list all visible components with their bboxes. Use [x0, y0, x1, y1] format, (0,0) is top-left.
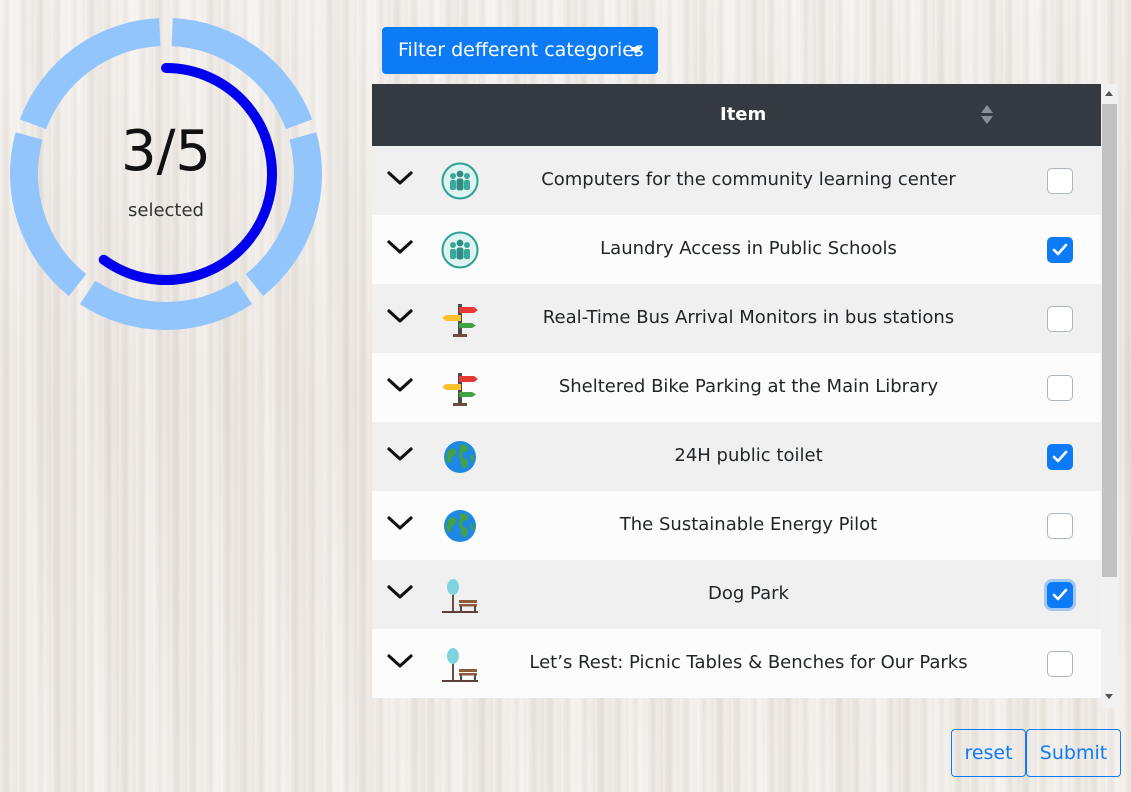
- table-header: Item: [372, 84, 1101, 146]
- selected-count: 3/5: [120, 119, 212, 184]
- table-body: Computers for the community learning cen…: [372, 146, 1101, 698]
- scroll-up-arrow-icon[interactable]: [1105, 91, 1113, 96]
- select-checkbox[interactable]: [1047, 513, 1073, 539]
- caret-down-icon: [630, 47, 642, 54]
- expand-chevron-down-icon[interactable]: [386, 237, 414, 257]
- scroll-thumb[interactable]: [1102, 104, 1117, 577]
- table-row: Let’s Rest: Picnic Tables & Benches for …: [372, 629, 1101, 698]
- filter-label: Filter defferent categories: [398, 39, 644, 61]
- column-header-item[interactable]: Item: [720, 104, 766, 126]
- globe-icon: [441, 507, 479, 545]
- select-checkbox[interactable]: [1047, 375, 1073, 401]
- item-title: Real-Time Bus Arrival Monitors in bus st…: [542, 307, 955, 328]
- table-row: Real-Time Bus Arrival Monitors in bus st…: [372, 284, 1101, 353]
- select-checkbox[interactable]: [1047, 444, 1073, 470]
- park-bench-icon: [441, 576, 479, 614]
- expand-chevron-down-icon[interactable]: [386, 513, 414, 533]
- scroll-down-arrow-icon[interactable]: [1105, 694, 1113, 699]
- sort-icon[interactable]: [980, 105, 994, 125]
- table-scrollbar[interactable]: [1101, 84, 1118, 708]
- filter-categories-dropdown[interactable]: Filter defferent categories: [382, 27, 658, 74]
- submit-button[interactable]: Submit: [1026, 729, 1121, 777]
- signpost-icon: [441, 369, 479, 407]
- item-title: Computers for the community learning cen…: [541, 169, 956, 190]
- selection-progress-ring: 3/5 selected: [8, 16, 324, 332]
- reset-button[interactable]: reset: [951, 729, 1026, 777]
- expand-chevron-down-icon[interactable]: [386, 651, 414, 671]
- community-people-icon: [441, 231, 479, 269]
- community-people-icon: [441, 162, 479, 200]
- item-title: Let’s Rest: Picnic Tables & Benches for …: [529, 652, 968, 673]
- table-row: Dog Park: [372, 560, 1101, 629]
- item-title: 24H public toilet: [674, 445, 823, 466]
- expand-chevron-down-icon[interactable]: [386, 582, 414, 602]
- item-title: The Sustainable Energy Pilot: [619, 514, 878, 535]
- select-checkbox[interactable]: [1047, 306, 1073, 332]
- items-table: Item Computers for the community learnin…: [372, 84, 1118, 708]
- item-title: Sheltered Bike Parking at the Main Libra…: [558, 376, 939, 397]
- expand-chevron-down-icon[interactable]: [386, 306, 414, 326]
- expand-chevron-down-icon[interactable]: [386, 168, 414, 188]
- table-row: 24H public toilet: [372, 422, 1101, 491]
- signpost-icon: [441, 300, 479, 338]
- table-row: Sheltered Bike Parking at the Main Libra…: [372, 353, 1101, 422]
- item-title: Dog Park: [708, 583, 789, 604]
- selected-label: selected: [128, 200, 204, 221]
- select-checkbox[interactable]: [1047, 582, 1073, 608]
- globe-icon: [441, 438, 479, 476]
- item-title: Laundry Access in Public Schools: [600, 238, 897, 259]
- park-bench-icon: [441, 645, 479, 683]
- table-row: The Sustainable Energy Pilot: [372, 491, 1101, 560]
- select-checkbox[interactable]: [1047, 168, 1073, 194]
- expand-chevron-down-icon[interactable]: [386, 375, 414, 395]
- select-checkbox[interactable]: [1047, 651, 1073, 677]
- table-row: Computers for the community learning cen…: [372, 146, 1101, 215]
- table-row: Laundry Access in Public Schools: [372, 215, 1101, 284]
- expand-chevron-down-icon[interactable]: [386, 444, 414, 464]
- select-checkbox[interactable]: [1047, 237, 1073, 263]
